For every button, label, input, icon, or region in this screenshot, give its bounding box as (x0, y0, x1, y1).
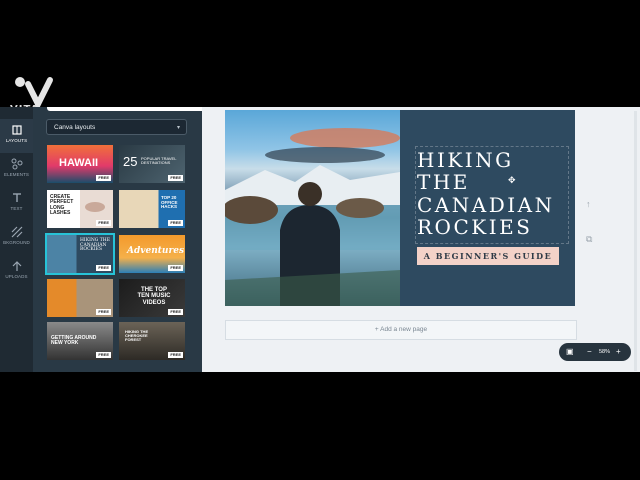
layout-thumb-hawaii[interactable]: HAWAII FREE (47, 145, 113, 183)
subtitle-banner[interactable]: A BEGINNER'S GUIDE (417, 247, 559, 265)
layout-thumb-cherokee[interactable]: HIKING THE CHEROKEE FOREST FREE (119, 322, 185, 360)
uploads-icon (11, 260, 23, 272)
search-bar-edge[interactable] (47, 107, 220, 111)
rail-item-background[interactable]: BKGROUND (0, 221, 33, 255)
rail-item-layouts[interactable]: LAYOUTS (0, 119, 33, 153)
rail-label: BKGROUND (3, 240, 30, 245)
rail-item-uploads[interactable]: UPLOADS (0, 255, 33, 289)
layout-thumb-lashes[interactable]: CREATE PERFECT LONG LASHES FREE (47, 190, 113, 228)
eye-icon (85, 202, 105, 212)
present-icon[interactable]: ▣ (566, 343, 574, 361)
zoom-value: 58% (599, 349, 611, 355)
layout-thumb-new-york[interactable]: GETTING AROUND NEW YORK FREE (47, 322, 113, 360)
add-page-button[interactable]: + Add a new page (225, 320, 577, 340)
thumb-text: THE TOP TEN MUSIC VIDEOS (137, 287, 171, 306)
rail-item-elements[interactable]: ELEMENTS (0, 153, 33, 187)
free-badge: FREE (96, 309, 111, 315)
zoom-control: ▣ − 58% + (559, 343, 631, 361)
title-line-3[interactable]: CANADIAN (417, 194, 555, 216)
layout-thumb-adventures[interactable]: Adventures FREE (119, 235, 185, 273)
move-cursor-icon: ✥ (508, 175, 516, 185)
thumb-text: HIKING THE CANADIAN ROCKIES (80, 238, 111, 253)
background-icon (11, 226, 23, 238)
layout-thumb-orange[interactable]: FREE (47, 279, 113, 317)
elements-icon (11, 158, 23, 170)
free-badge: FREE (168, 309, 183, 315)
editor-app: LAYOUTS ELEMENTS TEXT BKGROUND UPLOADS C… (0, 107, 640, 372)
thumb-number: 25 (123, 154, 138, 169)
free-badge: FREE (96, 265, 111, 271)
rail-label: LAYOUTS (5, 138, 28, 143)
free-badge: FREE (168, 265, 183, 271)
canvas-area: HIKING THE CANADIAN ROCKIES ✥ A BEGINNER… (202, 107, 640, 372)
thumb-text: GETTING AROUND NEW YORK (51, 335, 97, 347)
free-badge: FREE (168, 352, 183, 358)
free-badge: FREE (168, 220, 183, 226)
rail-label: ELEMENTS (3, 172, 30, 177)
rail-label: TEXT (10, 206, 23, 211)
thumb-text: Adventures (127, 246, 185, 256)
layout-thumb-travel[interactable]: 25 POPULAR TRAVEL DESTINATIONS FREE (119, 145, 185, 183)
rail-item-text[interactable]: TEXT (0, 187, 33, 221)
thumb-text: TOP 20 OFFICE HACKS (161, 195, 178, 210)
rail-label: UPLOADS (5, 274, 28, 279)
title-line-4[interactable]: ROCKIES (417, 216, 532, 238)
thumb-text: CREATE PERFECT LONG LASHES (50, 194, 74, 216)
dropdown-value: Canva layouts (54, 124, 96, 131)
hiker-photo[interactable] (225, 110, 400, 306)
text-icon (11, 192, 23, 204)
layouts-panel: Canva layouts ▾ HAWAII FREE 25 POPULAR T… (33, 107, 220, 372)
zoom-in-button[interactable]: + (616, 343, 621, 361)
design-page[interactable]: HIKING THE CANADIAN ROCKIES ✥ A BEGINNER… (225, 110, 575, 306)
free-badge: FREE (96, 220, 111, 226)
layout-thumb-hiking-selected[interactable]: HIKING THE CANADIAN ROCKIES FREE (45, 233, 115, 275)
title-pane: HIKING THE CANADIAN ROCKIES ✥ A BEGINNER… (400, 110, 575, 306)
move-up-icon[interactable]: ↑ (586, 199, 591, 209)
scrollbar[interactable] (634, 111, 637, 371)
title-line-2[interactable]: THE (417, 171, 470, 193)
free-badge: FREE (96, 352, 111, 358)
copy-page-icon[interactable]: ⧉ (586, 234, 592, 245)
chevron-down-icon: ▾ (176, 125, 180, 131)
free-badge: FREE (96, 175, 111, 181)
free-badge: FREE (168, 175, 183, 181)
layouts-dropdown[interactable]: Canva layouts ▾ (46, 119, 187, 135)
layout-thumb-music[interactable]: THE TOP TEN MUSIC VIDEOS FREE (119, 279, 185, 317)
zoom-out-button[interactable]: − (587, 343, 592, 361)
mountain-scene-image (225, 128, 400, 306)
layout-thumb-office[interactable]: TOP 20 OFFICE HACKS FREE (119, 190, 185, 228)
thumb-text: POPULAR TRAVEL DESTINATIONS (141, 156, 177, 166)
layouts-icon (11, 124, 23, 136)
thumb-text: HAWAII (59, 157, 99, 169)
side-rail: LAYOUTS ELEMENTS TEXT BKGROUND UPLOADS (0, 107, 33, 372)
thumb-text: HIKING THE CHEROKEE FOREST (125, 329, 149, 343)
title-line-1[interactable]: HIKING (417, 149, 514, 171)
